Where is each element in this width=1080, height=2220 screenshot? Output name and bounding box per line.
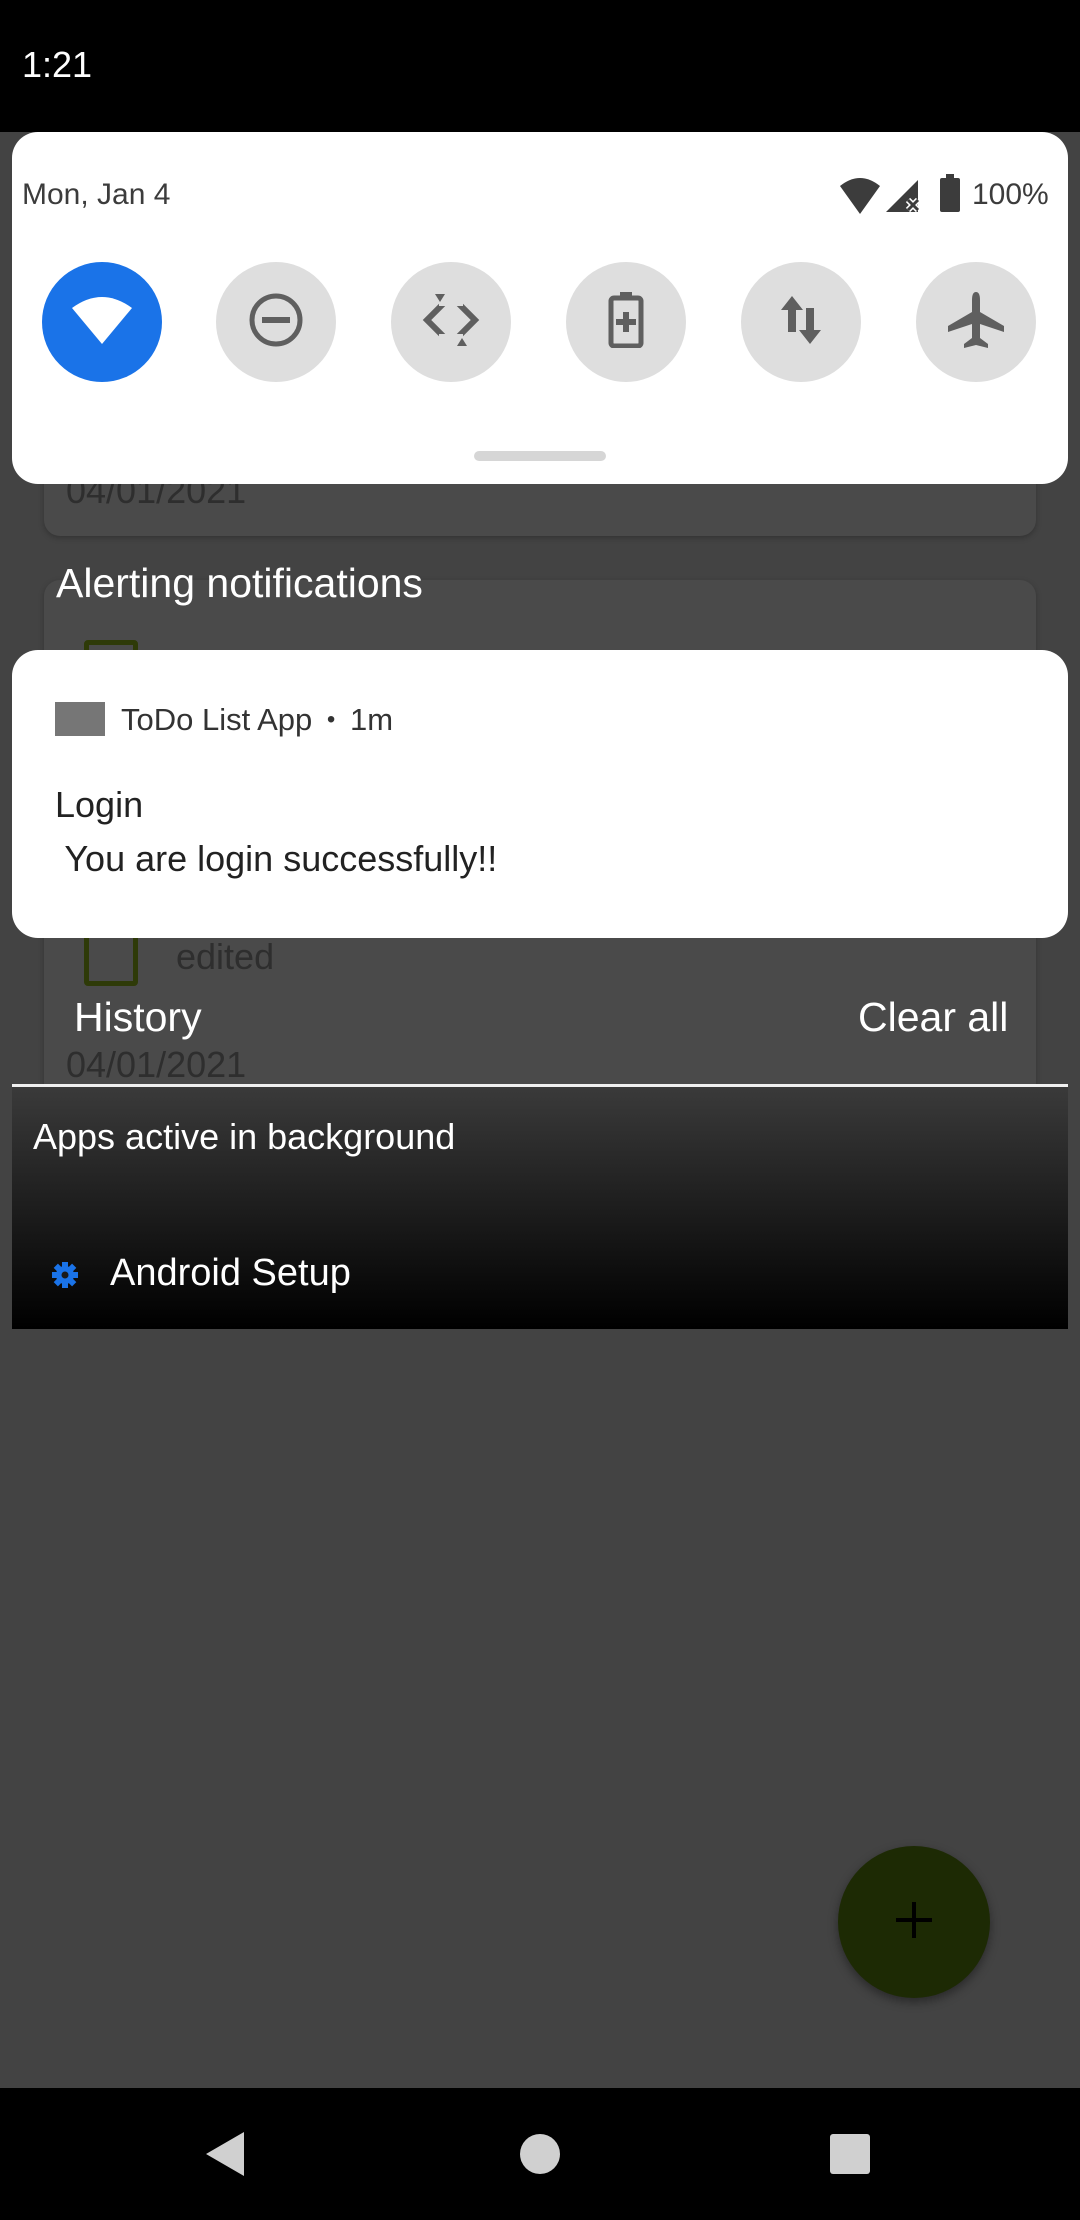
status-clock: 1:21: [22, 44, 93, 85]
mobile-data-icon: [779, 292, 823, 353]
tile-battery-saver[interactable]: [566, 262, 686, 382]
home-button[interactable]: [519, 2133, 561, 2180]
background-app-android-setup[interactable]: Android Setup: [110, 1252, 351, 1295]
notification-time: 1m: [349, 702, 394, 737]
quick-settings-date[interactable]: Mon, Jan 4: [22, 178, 170, 212]
add-task-button[interactable]: [838, 1846, 990, 1998]
quick-settings-drag-handle[interactable]: [474, 451, 606, 461]
battery-saver-icon: [608, 291, 644, 353]
wifi-icon: [70, 294, 134, 351]
app-icon: [55, 702, 105, 736]
background-task-checkbox-edited: [84, 932, 138, 986]
gear-icon: [52, 1262, 78, 1293]
auto-rotate-icon: [421, 289, 481, 355]
tile-do-not-disturb[interactable]: [216, 262, 336, 382]
notification-card[interactable]: [12, 650, 1068, 938]
history-button[interactable]: History: [74, 994, 202, 1041]
status-bar: [0, 0, 1080, 132]
clear-all-button[interactable]: Clear all: [858, 994, 1008, 1041]
notification-app-name: ToDo List App: [121, 702, 313, 737]
notification-text: You are login successfully!!: [55, 838, 498, 879]
airplane-icon: [946, 290, 1006, 355]
notification-title: Login: [55, 784, 144, 825]
tile-airplane-mode[interactable]: [916, 262, 1036, 382]
notification-separator: •: [326, 706, 336, 733]
background-task-date: 04/01/2021: [66, 1044, 247, 1085]
cell-signal-icon: [882, 176, 922, 221]
alerting-notifications-header: Alerting notifications: [56, 560, 423, 606]
plus-icon: [894, 1900, 934, 1945]
do-not-disturb-icon: [248, 292, 304, 353]
back-button[interactable]: [204, 2130, 246, 2183]
tile-auto-rotate[interactable]: [391, 262, 511, 382]
tile-mobile-data[interactable]: [741, 262, 861, 382]
tile-wifi[interactable]: [42, 262, 162, 382]
wifi-signal-icon: [838, 176, 882, 221]
battery-icon: [938, 174, 962, 219]
recents-button[interactable]: [829, 2133, 871, 2180]
battery-percent: 100%: [972, 178, 1049, 211]
background-task-label: edited: [176, 936, 275, 977]
background-apps-header: Apps active in background: [33, 1116, 456, 1157]
notification-header: ToDo List App • 1m: [121, 702, 393, 738]
